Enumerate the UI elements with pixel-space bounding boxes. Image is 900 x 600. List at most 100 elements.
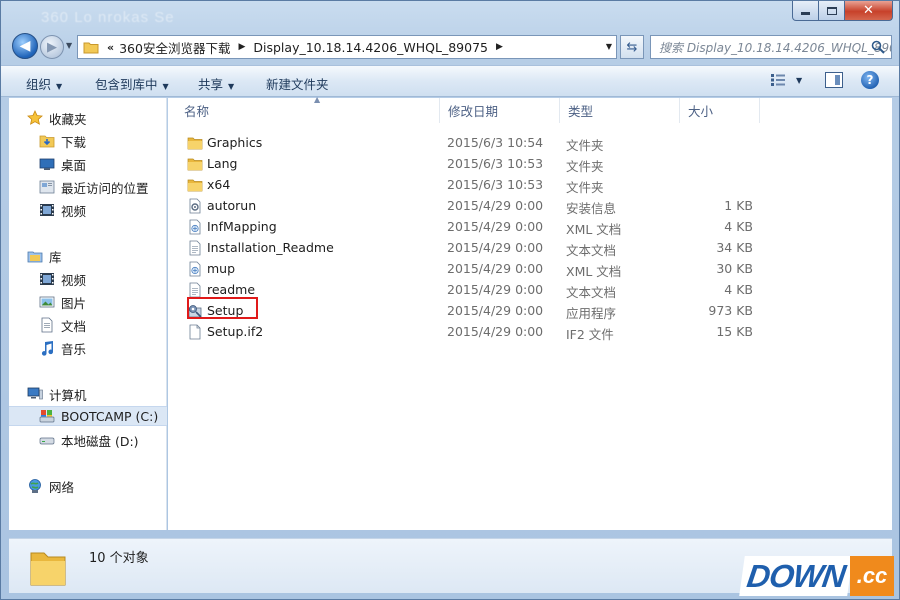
nav-label: 文档 [61, 318, 87, 334]
file-type: XML 文档 [566, 264, 622, 279]
refresh-icon: ⇆ [626, 39, 638, 55]
file-row-setup[interactable]: Setup 2015/4/29 0:00 应用程序 973 KB [176, 297, 766, 321]
file-name: Lang [207, 156, 238, 171]
file-type: XML 文档 [566, 222, 622, 237]
system-drive-icon [39, 408, 55, 424]
file-date: 2015/6/3 10:54 [447, 135, 544, 150]
address-bar[interactable]: « 360安全浏览器下载 ▶ Display_10.18.14.4206_WHQ… [77, 35, 617, 59]
recent-places-icon [39, 179, 55, 195]
view-options-dropdown-icon[interactable]: ▼ [796, 76, 802, 85]
file-row-graphics[interactable]: Graphics 2015/6/3 10:54 文件夹 [176, 132, 766, 153]
nav-label: 下载 [61, 134, 87, 150]
nav-label: 视频 [61, 272, 87, 288]
file-date: 2015/4/29 0:00 [447, 198, 544, 213]
nav-libraries[interactable]: 库 [27, 246, 185, 266]
address-overflow-chevron[interactable]: « [107, 41, 114, 54]
watermark-domain: .cc [850, 556, 894, 596]
breadcrumb-separator-icon[interactable]: ▶ [238, 42, 245, 52]
include-in-library-menu[interactable]: 包含到库中 ▼ [95, 74, 169, 93]
file-name: autorun [207, 198, 257, 213]
nav-label: 计算机 [49, 387, 87, 403]
help-button[interactable]: ? [861, 71, 879, 89]
nav-label: 视频 [61, 203, 87, 219]
highlight-annotation-box [187, 297, 258, 319]
chevron-down-icon: ▼ [228, 82, 235, 91]
back-button[interactable]: ◀ [12, 33, 38, 59]
file-date: 2015/4/29 0:00 [447, 282, 544, 297]
share-label: 共享 [198, 77, 224, 92]
file-date: 2015/4/29 0:00 [447, 219, 544, 234]
file-name: x64 [207, 177, 231, 192]
file-row-infmapping[interactable]: InfMapping 2015/4/29 0:00 XML 文档 4 KB [176, 216, 766, 237]
back-arrow-icon: ◀ [19, 38, 31, 54]
breadcrumb-separator-icon[interactable]: ▶ [496, 42, 503, 52]
column-header-date[interactable]: 修改日期 [440, 98, 560, 123]
minimize-button[interactable] [792, 1, 819, 21]
file-date: 2015/6/3 10:53 [447, 177, 544, 192]
breadcrumb-item[interactable]: 360安全浏览器下载 [119, 38, 230, 57]
xml-document-icon [187, 219, 203, 235]
file-row-installation-readme[interactable]: Installation_Readme 2015/4/29 0:00 文本文档 34 … [176, 237, 766, 258]
nav-favorites[interactable]: 收藏夹 [27, 108, 185, 128]
xml-document-icon [187, 261, 203, 277]
file-date: 2015/4/29 0:00 [447, 240, 544, 255]
documents-library-icon [39, 317, 55, 333]
change-view-icon[interactable] [771, 74, 785, 86]
file-size: 973 KB [708, 303, 753, 318]
file-type: 应用程序 [566, 306, 617, 321]
new-folder-button[interactable]: 新建文件夹 [266, 74, 329, 93]
recent-pages-dropdown[interactable]: ▼ [66, 41, 72, 50]
file-name: Installation_Readme [207, 240, 334, 255]
nav-network[interactable]: 网络 [27, 476, 185, 496]
nav-drive-c[interactable]: BOOTCAMP (C:) [9, 406, 167, 426]
column-header-size[interactable]: 大小 [680, 98, 760, 123]
forward-arrow-icon: ▶ [47, 39, 57, 55]
folder-icon [83, 42, 99, 53]
folder-icon [187, 156, 203, 172]
file-row-x64[interactable]: x64 2015/6/3 10:53 文件夹 [176, 174, 766, 195]
navigation-bar: ◀ ▶ ▼ « 360安全浏览器下载 ▶ Display_10.18.14.42… [1, 32, 899, 62]
refresh-button[interactable]: ⇆ [620, 35, 644, 59]
nav-label: 桌面 [61, 157, 87, 173]
video-library-icon [39, 271, 55, 287]
preview-pane-icon[interactable] [825, 72, 843, 88]
file-type: 文件夹 [566, 138, 604, 153]
sort-ascending-icon: ▲ [314, 95, 321, 104]
search-icon[interactable] [871, 40, 885, 54]
close-button[interactable]: ✕ [845, 1, 893, 21]
video-library-icon [39, 202, 55, 218]
pictures-library-icon [39, 294, 55, 310]
star-icon [27, 110, 43, 126]
forward-button[interactable]: ▶ [40, 35, 64, 59]
column-header-label: 大小 [688, 104, 714, 119]
share-menu[interactable]: 共享 ▼ [198, 74, 234, 93]
file-row-mup[interactable]: mup 2015/4/29 0:00 XML 文档 30 KB [176, 258, 766, 279]
nav-label: 本地磁盘 (D:) [61, 433, 139, 449]
file-size: 1 KB [724, 198, 753, 213]
title-bar[interactable]: 360 Lo nrokas Se ✕ [1, 1, 899, 31]
breadcrumb-item[interactable]: Display_10.18.14.4206_WHQL_89075 [253, 40, 488, 55]
file-name: readme [207, 282, 256, 297]
nav-label: 库 [49, 249, 62, 265]
file-row-lang[interactable]: Lang 2015/6/3 10:53 文件夹 [176, 153, 766, 174]
search-input[interactable]: 搜索 Display_10.18.14.4206_WHQL_89075 [650, 35, 892, 59]
file-row-setup-if2[interactable]: Setup.if2 2015/4/29 0:00 IF2 文件 15 KB [176, 321, 766, 342]
nav-computer[interactable]: 计算机 [27, 384, 185, 404]
file-type: 文件夹 [566, 159, 604, 174]
file-type: 文件夹 [566, 180, 604, 195]
file-date: 2015/4/29 0:00 [447, 261, 544, 276]
file-name: InfMapping [207, 219, 277, 234]
file-size: 15 KB [716, 324, 753, 339]
file-date: 2015/4/29 0:00 [447, 324, 544, 339]
organize-menu[interactable]: 组织 ▼ [26, 74, 62, 93]
column-header-name[interactable]: 名称 ▲ [176, 95, 440, 123]
file-row-autorun[interactable]: autorun 2015/4/29 0:00 安装信息 1 KB [176, 195, 766, 216]
chevron-down-icon: ▼ [162, 82, 169, 91]
file-icon [187, 324, 203, 340]
file-row-readme[interactable]: readme 2015/4/29 0:00 文本文档 4 KB [176, 279, 766, 300]
column-header-type[interactable]: 类型 [560, 98, 680, 123]
text-document-icon [187, 240, 203, 256]
maximize-button[interactable] [819, 1, 845, 21]
address-history-dropdown-icon[interactable]: ▼ [606, 42, 612, 51]
downloads-folder-icon [39, 133, 55, 149]
